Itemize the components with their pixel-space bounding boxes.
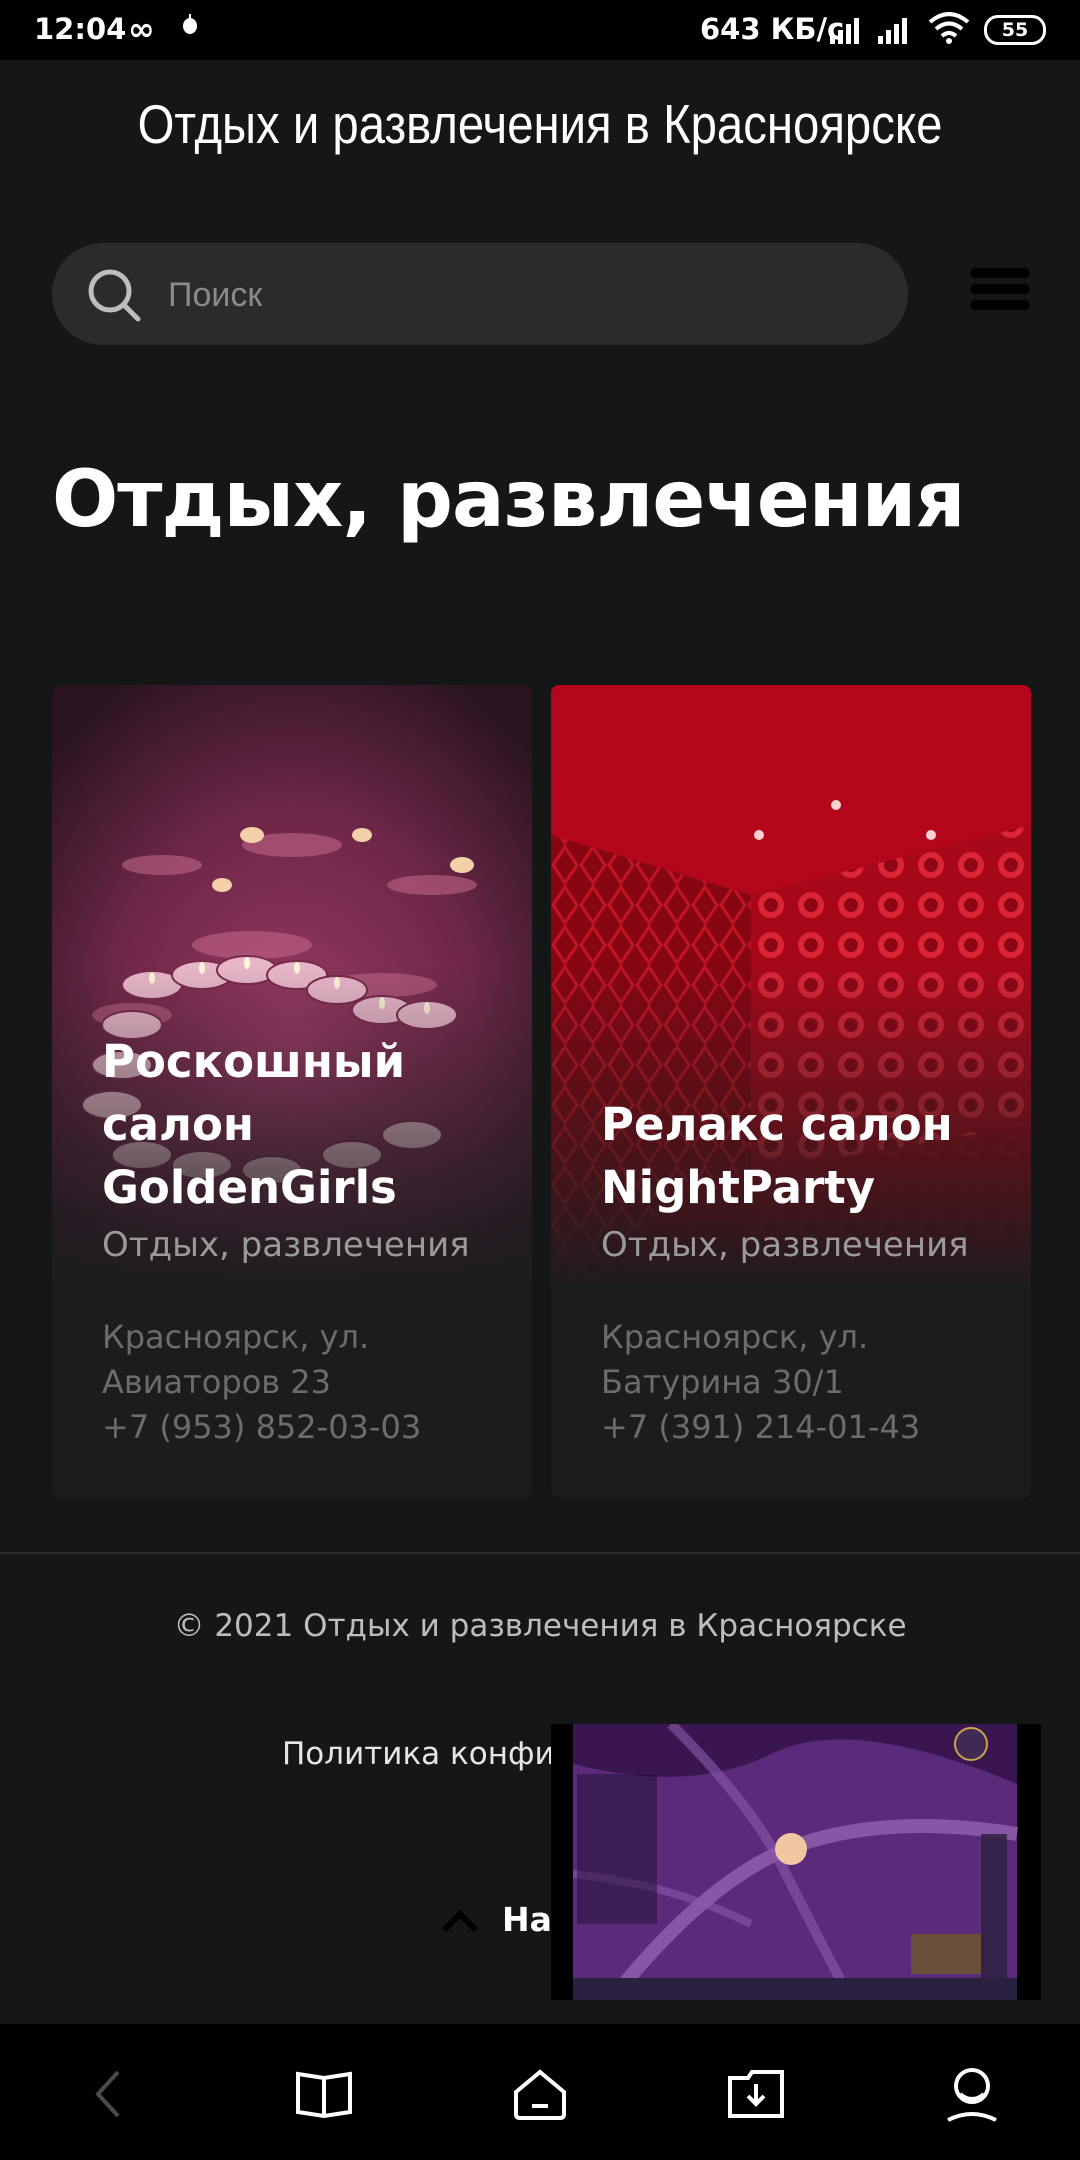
bookmarks-icon[interactable] [294, 2064, 354, 2124]
listing-name[interactable]: Релакс салон NightParty [601, 1093, 1001, 1219]
footer-divider [0, 1552, 1080, 1554]
browser-nav-bar [0, 2024, 1080, 2160]
video-frame [551, 1724, 1041, 2000]
search-bar[interactable] [52, 243, 908, 345]
picture-in-picture-video[interactable] [551, 1724, 1041, 2000]
site-title[interactable]: Отдых и развлечения в Красноярске [76, 92, 1005, 156]
listing-contact: Красноярск, ул. Авиаторов 23 +7 (953) 85… [102, 1315, 512, 1450]
listing-phone[interactable]: +7 (391) 214-01-43 [601, 1405, 1011, 1450]
back-to-top-label: На [502, 1900, 552, 1939]
page-title: Отдых, развлечения [52, 455, 965, 545]
listing-card[interactable]: Релакс салон NightParty Отдых, развлечен… [551, 685, 1031, 1498]
listing-contact: Красноярск, ул. Батурина 30/1 +7 (391) 2… [601, 1315, 1011, 1450]
wifi-icon [928, 12, 970, 44]
listing-name[interactable]: Роскошный салон GoldenGirls [102, 1030, 502, 1219]
signal-icon [878, 18, 907, 44]
menu-icon[interactable] [970, 268, 1030, 320]
copyright: © 2021 Отдых и развлечения в Красноярске [173, 1608, 907, 1644]
privacy-policy-link[interactable]: Политика конфи [282, 1736, 555, 1772]
infinity-icon: ∞ [128, 10, 155, 48]
listing-category: Отдых, развлечения [601, 1225, 969, 1265]
status-bar: 12:04 ∞ 643 КБ/с 55 [0, 0, 1080, 60]
home-icon[interactable] [510, 2064, 570, 2124]
listing-card[interactable]: Роскошный салон GoldenGirls Отдых, развл… [52, 685, 532, 1498]
listing-phone[interactable]: +7 (953) 852-03-03 [102, 1405, 512, 1450]
downloads-icon[interactable] [726, 2064, 786, 2124]
search-icon [88, 269, 141, 322]
battery-indicator: 55 [984, 15, 1046, 45]
listing-category: Отдых, развлечения [102, 1225, 470, 1265]
back-icon[interactable] [80, 2064, 140, 2124]
status-time: 12:04 [34, 12, 127, 46]
search-input[interactable] [166, 265, 870, 325]
drop-icon [183, 14, 198, 34]
network-speed: 643 КБ/с [700, 12, 845, 46]
signal-icon [830, 18, 859, 44]
profile-icon[interactable] [942, 2064, 1002, 2124]
chevron-up-icon [441, 1909, 479, 1933]
